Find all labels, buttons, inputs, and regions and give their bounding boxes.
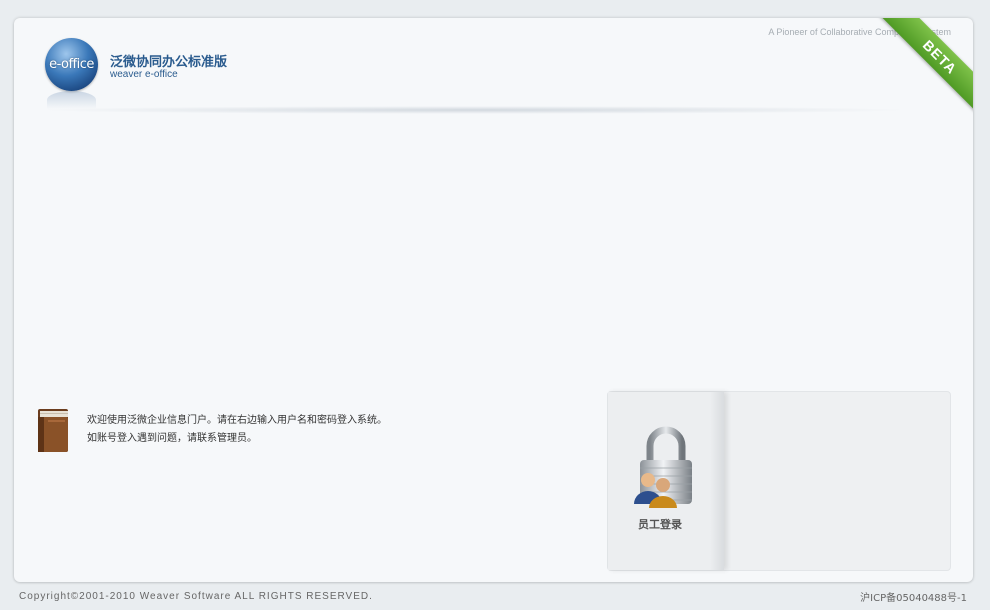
header-divider <box>34 106 914 114</box>
logo-text: e-office <box>49 57 94 72</box>
copyright-text: Copyright©2001-2010 Weaver Software ALL … <box>19 591 373 602</box>
book-icon <box>38 409 68 452</box>
main-card: e-office 泛微协同办公标准版 weaver e-office A Pio… <box>14 18 973 582</box>
lock-users-icon <box>634 426 692 508</box>
employee-login-button[interactable]: 员工登录 <box>608 392 724 570</box>
welcome-line-2: 如账号登入遇到问题，请联系管理员。 <box>87 433 257 444</box>
beta-ribbon: BETA <box>873 18 973 118</box>
beta-ribbon-label: BETA <box>877 18 973 118</box>
brand-subtitle: weaver e-office <box>110 69 178 80</box>
welcome-message: 欢迎使用泛微企业信息门户。请在右边输入用户名和密码登入系统。 如账号登入遇到问题… <box>87 412 387 448</box>
brand-title: 泛微协同办公标准版 <box>110 55 228 70</box>
welcome-line-1: 欢迎使用泛微企业信息门户。请在右边输入用户名和密码登入系统。 <box>87 415 387 426</box>
eoffice-logo: e-office <box>45 38 98 91</box>
login-panel: 员工登录 <box>607 391 951 571</box>
icp-license-text: 沪ICP备05040488号-1 <box>860 593 967 604</box>
employee-login-label: 员工登录 <box>638 518 682 531</box>
